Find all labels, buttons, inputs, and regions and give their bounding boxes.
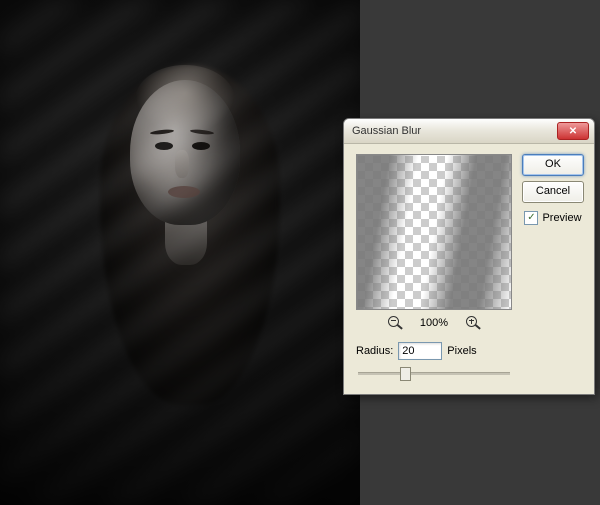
preview-checkbox[interactable]: ✓ Preview	[524, 211, 581, 225]
preview-thumbnail[interactable]	[356, 154, 512, 310]
radius-input[interactable]: 20	[398, 342, 442, 360]
radius-label: Radius:	[356, 345, 393, 357]
ok-button[interactable]: OK	[522, 154, 584, 176]
radius-unit: Pixels	[447, 345, 476, 357]
preview-checkbox-label: Preview	[542, 212, 581, 224]
dialog-title: Gaussian Blur	[352, 125, 421, 137]
zoom-in-button[interactable]	[466, 316, 480, 330]
close-icon: ✕	[569, 126, 577, 137]
title-bar[interactable]: Gaussian Blur ✕	[344, 119, 594, 144]
zoom-out-button[interactable]	[388, 316, 402, 330]
slider-thumb[interactable]	[400, 367, 411, 381]
cancel-button[interactable]: Cancel	[522, 181, 584, 203]
close-button[interactable]: ✕	[557, 122, 589, 140]
zoom-level: 100%	[420, 317, 448, 329]
gaussian-blur-dialog: Gaussian Blur ✕ 100% Radius: 20 Pixels	[343, 118, 595, 395]
radius-slider[interactable]	[358, 366, 510, 380]
checkbox-icon: ✓	[524, 211, 538, 225]
document-canvas[interactable]	[0, 0, 360, 505]
